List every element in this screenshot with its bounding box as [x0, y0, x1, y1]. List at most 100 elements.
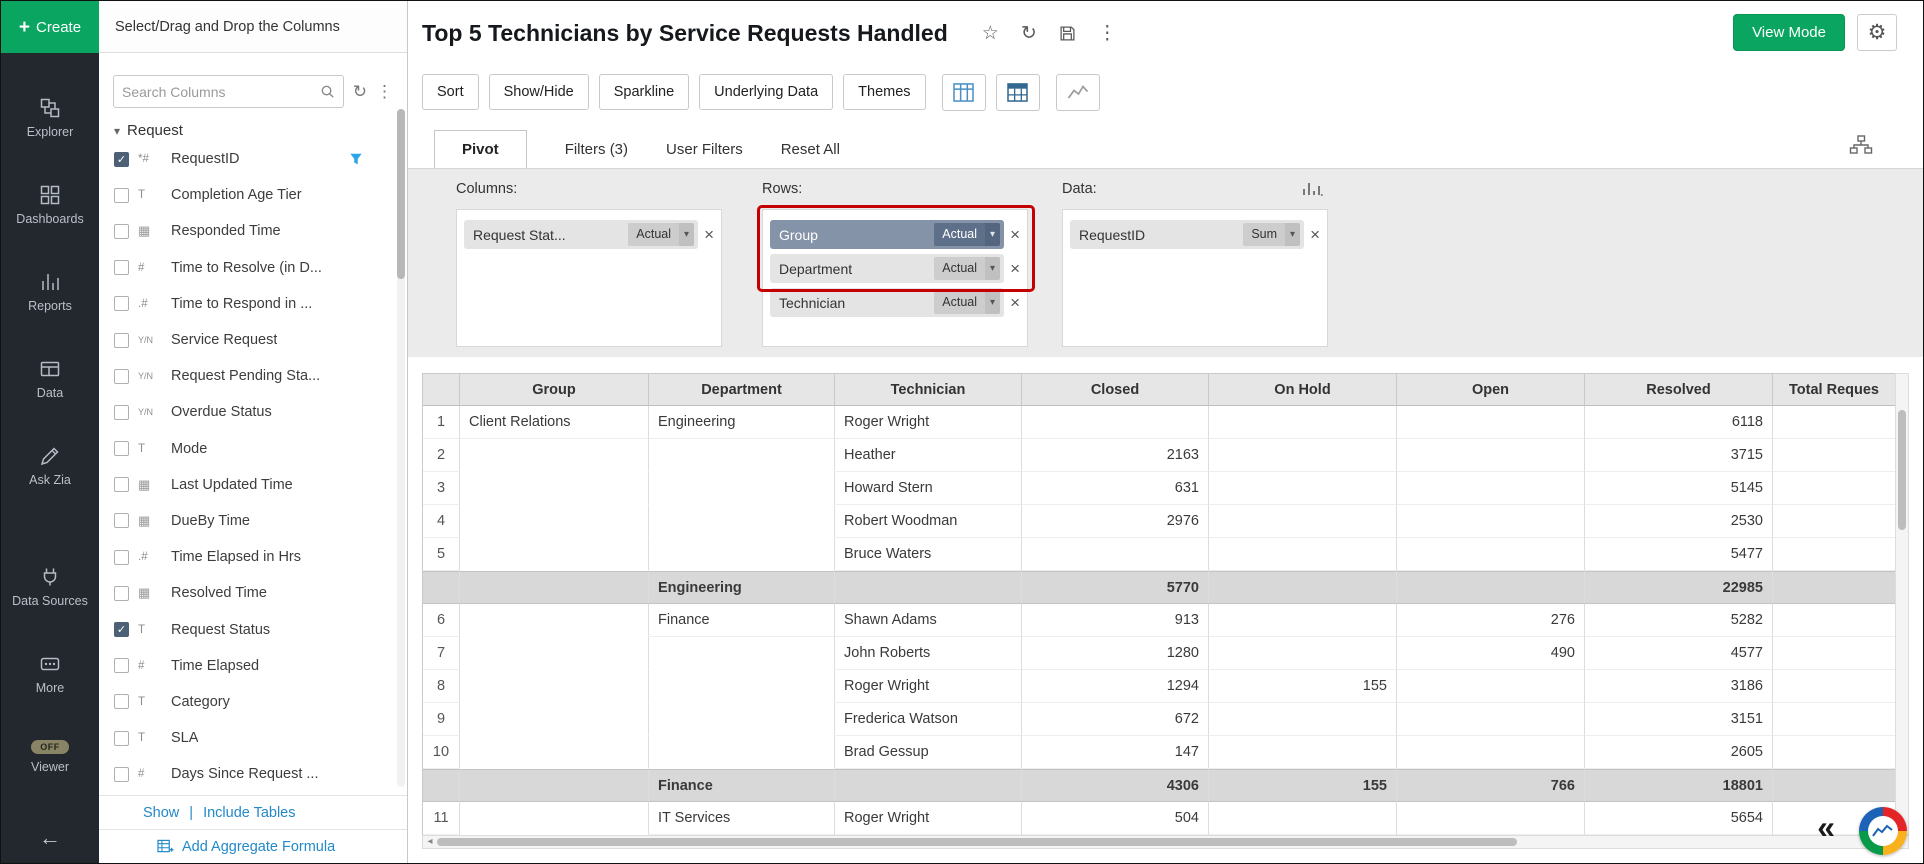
column-header[interactable]: Closed	[1022, 373, 1209, 406]
field-row[interactable]: #Time Elapsed	[99, 648, 407, 684]
table-section-request[interactable]: ▾ Request	[114, 122, 407, 139]
column-header[interactable]: On Hold	[1209, 373, 1397, 406]
kebab-menu-icon[interactable]: ⋮	[1098, 24, 1117, 43]
hierarchy-icon[interactable]	[1849, 135, 1873, 160]
field-checkbox[interactable]	[114, 586, 129, 601]
field-checkbox[interactable]	[114, 441, 129, 456]
horizontal-scrollbar[interactable]: ◂	[422, 835, 1909, 849]
table-row[interactable]: 1Client RelationsEngineeringRoger Wright…	[423, 406, 1895, 439]
reset-all-link[interactable]: Reset All	[781, 141, 840, 158]
columns-shelf[interactable]: Request Stat...Actual▾×	[456, 209, 722, 347]
field-row[interactable]: ▦Responded Time	[99, 213, 407, 249]
pivot-field-chip[interactable]: DepartmentActual▾×	[770, 254, 1020, 283]
field-checkbox[interactable]	[114, 658, 129, 673]
scroll-left-icon[interactable]: ◂	[423, 837, 437, 847]
aggregation-select[interactable]: Actual▾	[934, 223, 1000, 246]
field-checkbox[interactable]	[114, 333, 129, 348]
pivot-field-chip[interactable]: Request Stat...Actual▾×	[464, 220, 714, 249]
field-checkbox[interactable]	[114, 477, 129, 492]
field-row[interactable]: TCompletion Age Tier	[99, 177, 407, 213]
table-view-icon-button[interactable]	[942, 74, 986, 111]
field-checkbox[interactable]: ✓	[114, 622, 129, 637]
field-row[interactable]: ▦Last Updated Time	[99, 467, 407, 503]
table-row[interactable]: 8Roger Wright12941553186	[423, 670, 1895, 703]
toolbar-button-themes[interactable]: Themes	[843, 74, 925, 110]
table-row[interactable]: 5Bruce Waters5477	[423, 538, 1895, 571]
table-row[interactable]: 10Brad Gessup1472605	[423, 736, 1895, 769]
create-button[interactable]: + Create	[1, 1, 99, 53]
field-checkbox[interactable]	[114, 260, 129, 275]
field-row[interactable]: ✓TRequest Status	[99, 611, 407, 647]
table-row[interactable]: 7John Roberts12804904577	[423, 637, 1895, 670]
field-checkbox[interactable]	[114, 694, 129, 709]
include-tables-link[interactable]: Include Tables	[203, 805, 295, 821]
field-row[interactable]: ▦DueBy Time	[99, 503, 407, 539]
pivot-field-chip[interactable]: GroupActual▾×	[770, 220, 1020, 249]
remove-chip-icon[interactable]: ×	[1010, 225, 1020, 245]
column-header[interactable]: Technician	[835, 373, 1022, 406]
sidebar-item-data-sources[interactable]: Data Sources	[12, 566, 88, 609]
settings-gear-icon[interactable]: ⚙	[1857, 14, 1897, 51]
remove-chip-icon[interactable]: ×	[1010, 293, 1020, 313]
toolbar-button-sort[interactable]: Sort	[422, 74, 479, 110]
add-aggregate-formula-button[interactable]: Add Aggregate Formula	[99, 829, 407, 863]
pivot-field-chip[interactable]: TechnicianActual▾×	[770, 288, 1020, 317]
data-sort-bars-icon[interactable]	[1301, 181, 1323, 202]
column-header[interactable]: Department	[649, 373, 835, 406]
panel-menu-icon[interactable]: ⋮	[376, 83, 393, 100]
field-checkbox[interactable]	[114, 224, 129, 239]
table-row[interactable]: 4Robert Woodman29762530	[423, 505, 1895, 538]
toolbar-button-show-hide[interactable]: Show/Hide	[489, 74, 589, 110]
remove-chip-icon[interactable]: ×	[1010, 259, 1020, 279]
remove-chip-icon[interactable]: ×	[704, 225, 714, 245]
toolbar-button-underlying-data[interactable]: Underlying Data	[699, 74, 833, 110]
favorite-star-icon[interactable]: ☆	[982, 24, 999, 43]
aggregation-select[interactable]: Sum▾	[1243, 223, 1300, 246]
field-checkbox[interactable]	[114, 296, 129, 311]
field-row[interactable]: #Days Since Request ...	[99, 756, 407, 792]
table-row[interactable]: 9Frederica Watson6723151	[423, 703, 1895, 736]
refresh-columns-icon[interactable]: ↻	[353, 83, 367, 100]
show-link[interactable]: Show	[143, 805, 179, 821]
pivot-view-icon-button[interactable]	[996, 74, 1040, 111]
field-checkbox[interactable]: ✓	[114, 152, 129, 167]
sidebar-item-more[interactable]: More	[36, 653, 64, 696]
field-checkbox[interactable]	[114, 513, 129, 528]
field-row[interactable]: ▦Resolved Time	[99, 575, 407, 611]
table-row[interactable]: 2Heather21633715	[423, 439, 1895, 472]
aggregation-select[interactable]: Actual▾	[628, 223, 694, 246]
field-checkbox[interactable]	[114, 550, 129, 565]
filter-icon[interactable]	[349, 152, 363, 166]
view-mode-button[interactable]: View Mode	[1733, 14, 1845, 51]
field-checkbox[interactable]	[114, 731, 129, 746]
subtotal-row[interactable]: Finance430615576618801	[423, 769, 1895, 802]
sidebar-item-dashboards[interactable]: Dashboards	[16, 184, 83, 227]
field-row[interactable]: Y/NOverdue Status	[99, 394, 407, 430]
sidebar-item-ask-zia[interactable]: Ask Zia	[29, 445, 71, 488]
aggregation-select[interactable]: Actual▾	[934, 291, 1000, 314]
remove-chip-icon[interactable]: ×	[1310, 225, 1320, 245]
field-checkbox[interactable]	[114, 405, 129, 420]
field-checkbox[interactable]	[114, 767, 129, 782]
scrollbar-thumb[interactable]	[437, 838, 1517, 846]
field-row[interactable]: ✓*#RequestID	[99, 141, 407, 177]
save-icon[interactable]	[1059, 25, 1076, 42]
viewer-toggle-off-badge[interactable]: OFF	[31, 740, 69, 754]
data-shelf[interactable]: RequestIDSum▾×	[1062, 209, 1328, 347]
vertical-scrollbar[interactable]	[1895, 373, 1909, 835]
column-header[interactable]: Resolved	[1585, 373, 1773, 406]
sidebar-item-viewer[interactable]: OFF Viewer	[31, 740, 69, 775]
collapse-sidebar-icon[interactable]: ←	[39, 825, 61, 851]
sidebar-item-explorer[interactable]: Explorer	[27, 97, 74, 140]
sidebar-item-data[interactable]: Data	[37, 358, 63, 401]
column-header[interactable]: Group	[460, 373, 649, 406]
rows-shelf[interactable]: GroupActual▾×DepartmentActual▾×Technicia…	[762, 209, 1028, 347]
aggregation-select[interactable]: Actual▾	[934, 257, 1000, 280]
pivot-field-chip[interactable]: RequestIDSum▾×	[1070, 220, 1320, 249]
search-box[interactable]	[113, 75, 344, 108]
field-row[interactable]: TCategory	[99, 684, 407, 720]
tab-filters[interactable]: Filters (3)	[565, 141, 628, 158]
scrollbar-thumb[interactable]	[1898, 410, 1906, 530]
field-row[interactable]: TSLA	[99, 720, 407, 756]
table-row[interactable]: 3Howard Stern6315145	[423, 472, 1895, 505]
